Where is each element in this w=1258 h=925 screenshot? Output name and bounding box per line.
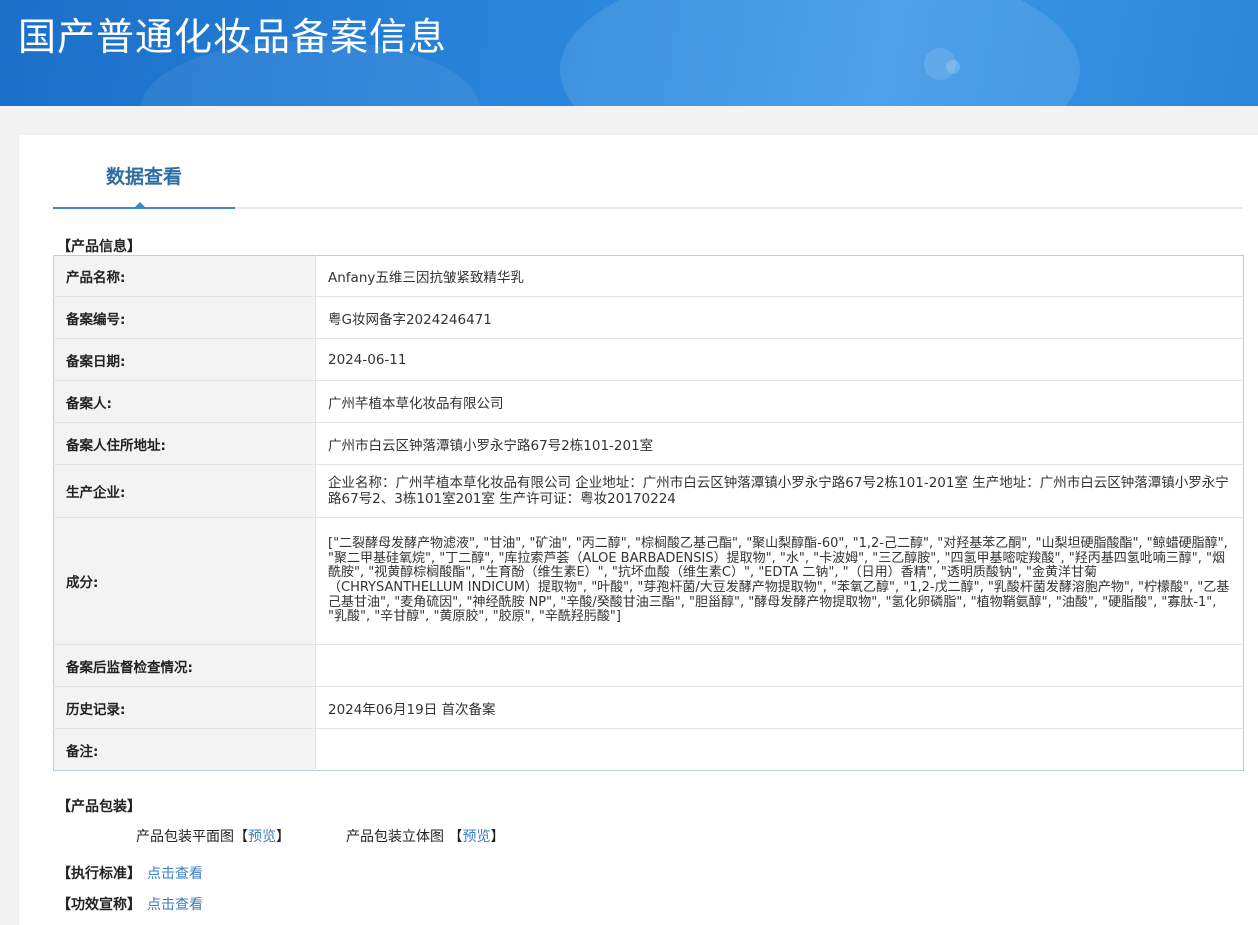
- section-title-packaging: 【产品包装】: [57, 799, 141, 815]
- field-value: [315, 644, 1244, 687]
- field-value: Anfany五维三因抗皱紧致精华乳: [328, 270, 524, 286]
- field-label: 备案后监督检查情况:: [53, 644, 316, 687]
- field-value: 2024年06月19日 首次备案: [315, 686, 1244, 729]
- banner-decoration: [946, 60, 960, 74]
- packaging-solid-item: 产品包装立体图 【预览】: [346, 826, 504, 846]
- section-title-efficacy: 【功效宣称】: [57, 897, 141, 913]
- field-value: 粤G妆网备字2024246471: [315, 296, 1244, 339]
- table-row: 备注:: [53, 728, 1244, 771]
- standard-row: 【执行标准】 点击查看: [57, 863, 203, 883]
- tab-bar: 数据查看: [53, 157, 1243, 209]
- packaging-solid-preview-link[interactable]: 【预览】: [448, 829, 504, 845]
- table-row: 备案人住所地址: 广州市白云区钟落潭镇小罗永宁路67号2栋101-201室: [53, 422, 1244, 465]
- tab-indicator-icon: [133, 202, 147, 209]
- packaging-solid-label: 产品包装立体图: [346, 829, 449, 845]
- field-label: 备案日期:: [53, 338, 316, 381]
- section-title-standard: 【执行标准】: [57, 866, 141, 882]
- table-row: 成分: ["二裂酵母发酵产物滤液", "甘油", "矿油", "丙二醇", "棕…: [53, 517, 1244, 645]
- packaging-flat-preview-link[interactable]: 【预览】: [234, 829, 290, 845]
- banner-decoration: [560, 0, 1080, 106]
- field-value: 广州芊植本草化妆品有限公司: [315, 380, 1244, 423]
- field-label: 成分:: [53, 517, 316, 645]
- content-panel: 数据查看 【产品信息】 产品名称: Anfany五维三因抗皱紧致精华乳 备案编号…: [19, 135, 1258, 925]
- table-row: 历史记录: 2024年06月19日 首次备案: [53, 686, 1244, 729]
- field-label: 历史记录:: [53, 686, 316, 729]
- standard-view-link[interactable]: 点击查看: [147, 866, 203, 882]
- field-value: 企业名称：广州芊植本草化妆品有限公司 企业地址：广州市白云区钟落潭镇小罗永宁路6…: [315, 464, 1244, 518]
- field-label: 备案编号:: [53, 296, 316, 339]
- field-label: 备注:: [53, 728, 316, 771]
- table-row: 备案后监督检查情况:: [53, 644, 1244, 687]
- packaging-flat-item: 产品包装平面图【预览】: [136, 826, 290, 846]
- field-value: 2024-06-11: [315, 338, 1244, 381]
- efficacy-view-link[interactable]: 点击查看: [147, 897, 203, 913]
- section-title-product-info: 【产品信息】: [57, 239, 141, 255]
- ingredients-value: ["二裂酵母发酵产物滤液", "甘油", "矿油", "丙二醇", "棕榈酸乙基…: [315, 517, 1244, 645]
- packaging-flat-label: 产品包装平面图: [136, 829, 234, 845]
- tab-data-view[interactable]: 数据查看: [53, 157, 235, 209]
- table-row: 备案人: 广州芊植本草化妆品有限公司: [53, 380, 1244, 423]
- table-row: 产品名称: Anfany五维三因抗皱紧致精华乳: [53, 255, 1244, 297]
- field-value: 广州市白云区钟落潭镇小罗永宁路67号2栋101-201室: [315, 422, 1244, 465]
- field-label: 产品名称:: [53, 255, 316, 297]
- field-label: 备案人:: [53, 380, 316, 423]
- field-label: 备案人住所地址:: [53, 422, 316, 465]
- table-row: 生产企业: 企业名称：广州芊植本草化妆品有限公司 企业地址：广州市白云区钟落潭镇…: [53, 464, 1244, 518]
- product-info-table: 产品名称: Anfany五维三因抗皱紧致精华乳 备案编号: 粤G妆网备字2024…: [53, 255, 1244, 771]
- field-value: [315, 728, 1244, 771]
- page-title: 国产普通化妆品备案信息: [18, 15, 448, 59]
- efficacy-row: 【功效宣称】 点击查看: [57, 894, 203, 914]
- tab-label: 数据查看: [105, 166, 182, 188]
- table-row: 备案编号: 粤G妆网备字2024246471: [53, 296, 1244, 339]
- table-row: 备案日期: 2024-06-11: [53, 338, 1244, 381]
- field-label: 生产企业:: [53, 464, 316, 518]
- header-banner: 国产普通化妆品备案信息: [0, 0, 1258, 106]
